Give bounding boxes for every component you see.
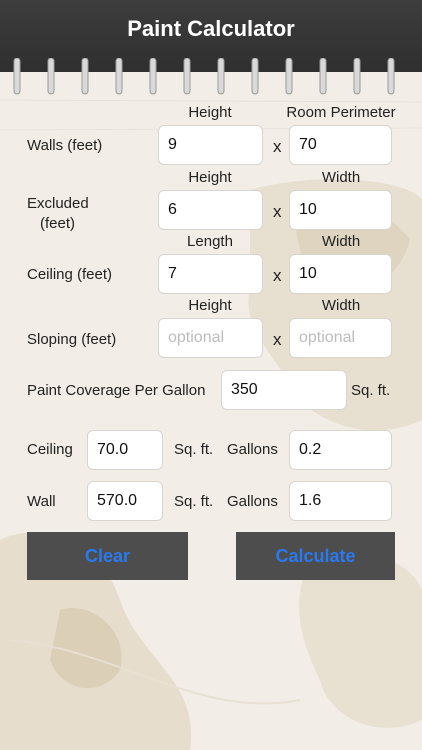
walls-height-header: Height bbox=[188, 104, 232, 121]
excluded-width-header: Width bbox=[321, 169, 361, 186]
ceiling-gallons-output[interactable]: 0.2 bbox=[289, 430, 392, 470]
walls-label: Walls (feet) bbox=[27, 137, 103, 154]
ceiling-length-header: Length bbox=[187, 233, 233, 250]
wall-result-label: Wall bbox=[27, 493, 56, 510]
wall-gallons-output[interactable]: 1.6 bbox=[289, 481, 392, 521]
clear-button[interactable]: Clear bbox=[27, 532, 188, 580]
wall-area-unit: Sq. ft. bbox=[174, 493, 214, 510]
sloping-width-header: Width bbox=[321, 297, 361, 314]
ceiling-width-input[interactable]: 10 bbox=[289, 254, 392, 294]
walls-height-input[interactable]: 9 bbox=[158, 125, 263, 165]
ceiling-area-unit: Sq. ft. bbox=[174, 441, 214, 458]
excluded-height-header: Height bbox=[188, 169, 232, 186]
excluded-units-label: (feet) bbox=[40, 215, 76, 232]
ceiling-label: Ceiling (feet) bbox=[27, 266, 113, 283]
walls-perimeter-header: Room Perimeter bbox=[286, 104, 396, 121]
calculate-button[interactable]: Calculate bbox=[236, 532, 395, 580]
sloping-height-header: Height bbox=[188, 297, 232, 314]
ceiling-area-output[interactable]: 70.0 bbox=[87, 430, 163, 470]
multiply-symbol: x bbox=[273, 137, 282, 156]
excluded-height-input[interactable]: 6 bbox=[158, 190, 263, 230]
walls-perimeter-input[interactable]: 70 bbox=[289, 125, 392, 165]
coverage-label: Paint Coverage Per Gallon bbox=[27, 382, 206, 399]
multiply-symbol: x bbox=[273, 266, 282, 285]
sloping-height-input[interactable]: optional bbox=[158, 318, 263, 358]
wall-area-output[interactable]: 570.0 bbox=[87, 481, 163, 521]
sloping-width-input[interactable]: optional bbox=[289, 318, 392, 358]
ceiling-width-header: Width bbox=[321, 233, 361, 250]
ceiling-length-input[interactable]: 7 bbox=[158, 254, 263, 294]
app-title: Paint Calculator bbox=[127, 16, 295, 41]
multiply-symbol: x bbox=[273, 202, 282, 221]
coverage-unit: Sq. ft. bbox=[351, 382, 391, 399]
ceiling-result-label: Ceiling bbox=[27, 441, 73, 458]
coverage-input[interactable]: 350 bbox=[221, 370, 347, 410]
sloping-label: Sloping (feet) bbox=[27, 331, 117, 348]
multiply-symbol: x bbox=[273, 330, 282, 349]
wall-gallons-label: Gallons bbox=[227, 493, 278, 510]
notebook-rings bbox=[13, 58, 395, 95]
ceiling-gallons-label: Gallons bbox=[227, 441, 278, 458]
excluded-width-input[interactable]: 10 bbox=[289, 190, 392, 230]
excluded-label: Excluded bbox=[27, 195, 89, 212]
